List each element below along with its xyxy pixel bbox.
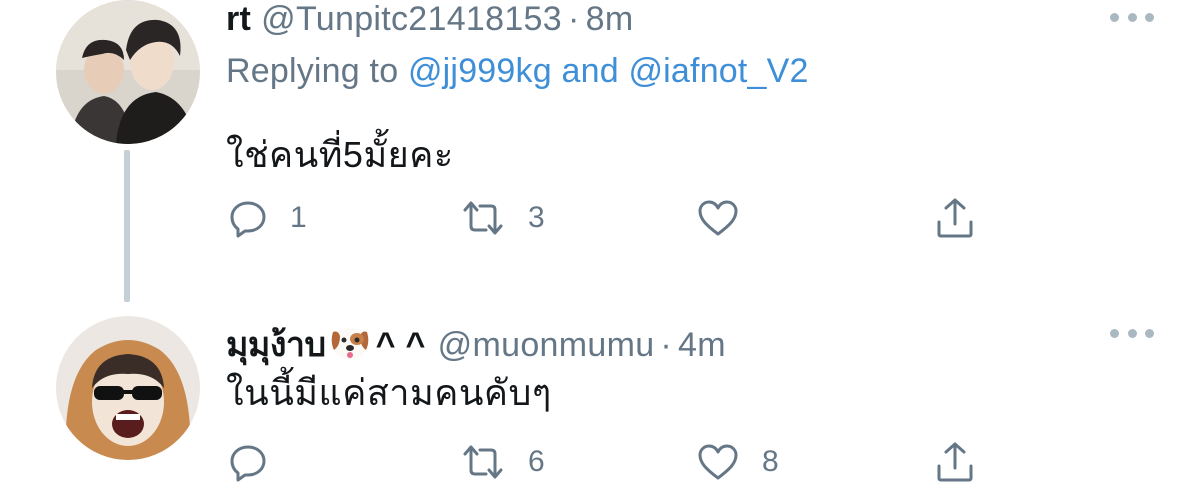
mention-link[interactable]: @jj999kg [408, 52, 552, 90]
avatar[interactable] [56, 0, 200, 144]
timestamp[interactable]: 4m [678, 326, 726, 364]
tweet-header: มุมุง้าบ ^ ^ @muonmumu · 4m [226, 316, 726, 364]
separator-dot: · [660, 326, 673, 364]
share-button[interactable] [934, 440, 998, 484]
heart-icon [698, 200, 738, 236]
reply-icon [230, 201, 266, 238]
retweet-button[interactable]: 3 [460, 196, 545, 240]
mention-link[interactable]: @iafnot_V2 [628, 52, 808, 90]
avatar[interactable] [56, 316, 200, 460]
share-button[interactable] [934, 196, 998, 240]
handle[interactable]: @Tunpitc21418153 [261, 0, 562, 38]
tweet-header: rt @Tunpitc21418153 · 8m [226, 0, 633, 40]
share-icon [937, 198, 973, 238]
heart-icon [698, 444, 738, 480]
display-name[interactable]: rt [226, 0, 251, 39]
tweet-text: ใช่คนที่5มั้ยคะ [226, 134, 454, 175]
reply-button[interactable]: 1 [228, 196, 307, 240]
handle[interactable]: @muonmumu [438, 326, 655, 364]
timestamp[interactable]: 8m [586, 0, 634, 38]
display-name[interactable]: มุมุง้าบ [226, 317, 326, 371]
display-name-suffix: ^ ^ [375, 326, 426, 364]
retweet-count: 3 [528, 201, 545, 234]
separator-dot: · [567, 0, 580, 38]
reply-count: 1 [290, 201, 307, 234]
share-icon [937, 442, 973, 482]
more-options-icon[interactable] [1110, 328, 1154, 338]
retweet-icon [463, 445, 503, 479]
like-button[interactable] [696, 196, 762, 240]
tweet-meta: @Tunpitc21418153 · 8m [261, 0, 633, 39]
replying-joiner: and [561, 52, 619, 90]
retweet-count: 6 [528, 445, 545, 478]
thread-connector-line [124, 150, 130, 302]
retweet-button[interactable]: 6 [460, 440, 545, 484]
tweet-meta: @muonmumu · 4m [438, 326, 726, 365]
dog-face-emoji [328, 322, 372, 362]
retweet-icon [463, 201, 503, 235]
like-button[interactable]: 8 [696, 440, 779, 484]
replying-to-label: Replying to [226, 52, 399, 90]
tweet-text: ในนี้มีแค่สามคนคับๆ [226, 372, 552, 413]
like-count: 8 [762, 445, 779, 478]
reply-icon [230, 445, 266, 482]
replying-to: Replying to @jj999kg and @iafnot_V2 [226, 52, 809, 91]
more-options-icon[interactable] [1110, 12, 1154, 22]
reply-button[interactable] [228, 440, 290, 484]
